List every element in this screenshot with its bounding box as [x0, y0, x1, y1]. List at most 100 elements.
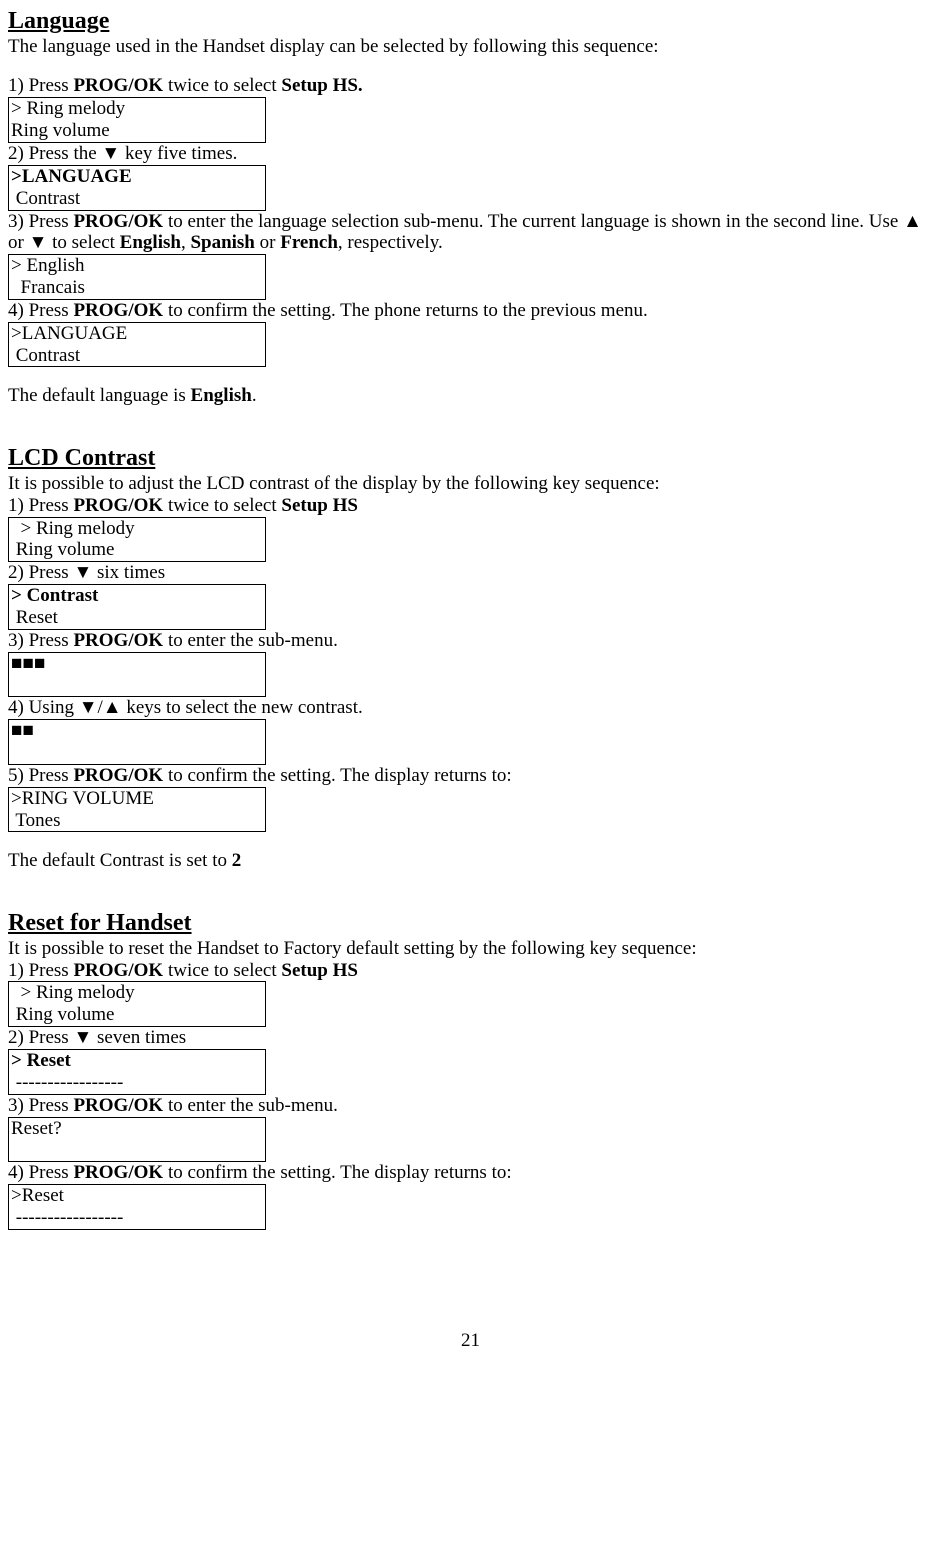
step-3-3: 3) Press PROG/OK to enter the sub-menu. — [8, 1095, 933, 1117]
lcd-line: Reset — [11, 607, 263, 629]
t: or — [255, 232, 280, 253]
t: 3) Press — [8, 630, 73, 651]
t: 3) Press — [8, 1095, 73, 1116]
text-language-default: The default language is English. — [8, 385, 933, 407]
lcd-box: > Ring melody Ring volume — [8, 981, 266, 1027]
lcd-line: ■■ — [11, 720, 263, 742]
lcd-line — [11, 1139, 263, 1161]
t-b: English — [191, 385, 252, 406]
t-b: PROG/OK — [73, 75, 163, 96]
step-2-1: 1) Press PROG/OK twice to select Setup H… — [8, 495, 933, 517]
lcd-box: Reset? — [8, 1117, 266, 1163]
lcd-box: >LANGUAGE Contrast — [8, 322, 266, 368]
lcd-line: ----------------- — [11, 1072, 263, 1094]
lcd-line: Contrast — [11, 345, 263, 367]
t: to confirm the setting. The phone return… — [163, 300, 648, 321]
t: to enter the sub-menu. — [163, 1095, 338, 1116]
t-b: French — [280, 232, 338, 253]
page-number: 21 — [8, 1330, 933, 1352]
t-b: PROG/OK — [73, 765, 163, 786]
lcd-line: >Reset — [11, 1185, 263, 1207]
step-3-4: 4) Press PROG/OK to confirm the setting.… — [8, 1162, 933, 1184]
text-language-intro: The language used in the Handset display… — [8, 36, 933, 58]
lcd-line — [11, 674, 263, 696]
step-3-2: 2) Press ▼ seven times — [8, 1027, 933, 1049]
t: . — [252, 385, 257, 406]
lcd-line: ■■■ — [11, 653, 263, 675]
t: to enter the sub-menu. — [163, 630, 338, 651]
step-2-4: 4) Using ▼/▲ keys to select the new cont… — [8, 697, 933, 719]
t-b: PROG/OK — [73, 495, 163, 516]
step-2-2: 2) Press ▼ six times — [8, 562, 933, 584]
lcd-line: Ring volume — [11, 539, 263, 561]
lcd-line: > Reset — [11, 1050, 263, 1072]
heading-lcd-contrast: LCD Contrast — [8, 445, 933, 473]
lcd-box: ■■ — [8, 719, 266, 765]
t: 5) Press — [8, 765, 73, 786]
lcd-box: ■■■ — [8, 652, 266, 698]
lcd-line: > Ring melody — [11, 982, 263, 1004]
text-contrast-default: The default Contrast is set to 2 — [8, 850, 933, 872]
step-2-3: 3) Press PROG/OK to enter the sub-menu. — [8, 630, 933, 652]
t-b: PROG/OK — [73, 300, 163, 321]
lcd-box: > Contrast Reset — [8, 584, 266, 630]
step-1-1: 1) Press PROG/OK twice to select Setup H… — [8, 75, 933, 97]
lcd-box: >RING VOLUME Tones — [8, 787, 266, 833]
lcd-line: Ring volume — [11, 120, 263, 142]
lcd-line: > English — [11, 255, 263, 277]
step-1-2: 2) Press the ▼ key five times. — [8, 143, 933, 165]
t-b: PROG/OK — [73, 211, 163, 232]
t: 1) Press — [8, 75, 73, 96]
t-b: PROG/OK — [73, 1095, 163, 1116]
lcd-line: >LANGUAGE — [11, 166, 263, 188]
t: 3) Press — [8, 211, 73, 232]
text-reset-intro: It is possible to reset the Handset to F… — [8, 938, 933, 960]
t-b: PROG/OK — [73, 630, 163, 651]
lcd-line: Ring volume — [11, 1004, 263, 1026]
t: to confirm the setting. The display retu… — [163, 1162, 511, 1183]
t-b: English — [120, 232, 181, 253]
heading-reset-handset: Reset for Handset — [8, 910, 933, 938]
lcd-box: >Reset ----------------- — [8, 1184, 266, 1230]
t: , — [181, 232, 191, 253]
lcd-line: >RING VOLUME — [11, 788, 263, 810]
t: , respectively. — [338, 232, 443, 253]
lcd-line — [11, 742, 263, 764]
lcd-box: > English Francais — [8, 254, 266, 300]
step-2-5: 5) Press PROG/OK to confirm the setting.… — [8, 765, 933, 787]
heading-language: Language — [8, 8, 933, 36]
lcd-box: > Reset ----------------- — [8, 1049, 266, 1095]
lcd-line: > Ring melody — [11, 518, 263, 540]
t: The default Contrast is set to — [8, 850, 232, 871]
step-1-3: 3) Press PROG/OK to enter the language s… — [8, 211, 933, 255]
t-b: PROG/OK — [73, 960, 163, 981]
text-contrast-intro: It is possible to adjust the LCD contras… — [8, 473, 933, 495]
lcd-line: > Ring melody — [11, 98, 263, 120]
t: 4) Press — [8, 300, 73, 321]
step-3-1: 1) Press PROG/OK twice to select Setup H… — [8, 960, 933, 982]
t: twice to select — [163, 495, 281, 516]
t: twice to select — [163, 75, 281, 96]
lcd-line: Reset? — [11, 1118, 263, 1140]
lcd-line: ----------------- — [11, 1207, 263, 1229]
step-1-4: 4) Press PROG/OK to confirm the setting.… — [8, 300, 933, 322]
lcd-line: > Contrast — [11, 585, 263, 607]
t-b: Setup HS — [281, 495, 358, 516]
lcd-line: Tones — [11, 810, 263, 832]
lcd-box: > Ring melody Ring volume — [8, 97, 266, 143]
lcd-line: Francais — [11, 277, 263, 299]
lcd-box: >LANGUAGE Contrast — [8, 165, 266, 211]
t: 1) Press — [8, 960, 73, 981]
t-b: PROG/OK — [73, 1162, 163, 1183]
t: twice to select — [163, 960, 281, 981]
lcd-line: Contrast — [11, 188, 263, 210]
t: to confirm the setting. The display retu… — [163, 765, 511, 786]
t: 1) Press — [8, 495, 73, 516]
t: The default language is — [8, 385, 191, 406]
t: 4) Press — [8, 1162, 73, 1183]
t-b: Spanish — [190, 232, 254, 253]
t-b: Setup HS. — [281, 75, 362, 96]
lcd-box: > Ring melody Ring volume — [8, 517, 266, 563]
lcd-line: >LANGUAGE — [11, 323, 263, 345]
t-b: 2 — [232, 850, 242, 871]
